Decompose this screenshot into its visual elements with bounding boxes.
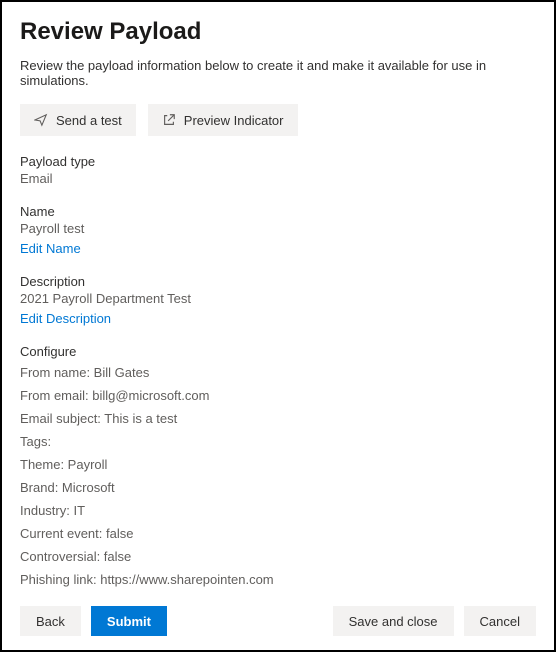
config-tags: Tags: bbox=[20, 434, 536, 449]
config-controversial: Controversial: false bbox=[20, 549, 536, 564]
send-icon bbox=[34, 113, 48, 127]
preview-indicator-button[interactable]: Preview Indicator bbox=[148, 104, 298, 136]
payload-type-value: Email bbox=[20, 171, 536, 186]
description-label: Description bbox=[20, 274, 536, 289]
payload-type-label: Payload type bbox=[20, 154, 536, 169]
name-value: Payroll test bbox=[20, 221, 536, 236]
config-phishing-link: Phishing link: https://www.sharepointen.… bbox=[20, 572, 536, 587]
send-test-label: Send a test bbox=[56, 113, 122, 128]
config-brand: Brand: Microsoft bbox=[20, 480, 536, 495]
config-email-subject: Email subject: This is a test bbox=[20, 411, 536, 426]
configure-label: Configure bbox=[20, 344, 536, 359]
external-link-icon bbox=[162, 113, 176, 127]
footer-bar: Back Submit Save and close Cancel bbox=[2, 596, 554, 650]
config-from-name: From name: Bill Gates bbox=[20, 365, 536, 380]
send-test-button[interactable]: Send a test bbox=[20, 104, 136, 136]
submit-button[interactable]: Submit bbox=[91, 606, 167, 636]
page-subtitle: Review the payload information below to … bbox=[20, 58, 536, 88]
config-industry: Industry: IT bbox=[20, 503, 536, 518]
cancel-button[interactable]: Cancel bbox=[464, 606, 536, 636]
page-title: Review Payload bbox=[20, 18, 536, 46]
config-current-event: Current event: false bbox=[20, 526, 536, 541]
preview-indicator-label: Preview Indicator bbox=[184, 113, 284, 128]
save-and-close-button[interactable]: Save and close bbox=[333, 606, 454, 636]
edit-name-link[interactable]: Edit Name bbox=[20, 241, 81, 256]
config-theme: Theme: Payroll bbox=[20, 457, 536, 472]
name-label: Name bbox=[20, 204, 536, 219]
back-button[interactable]: Back bbox=[20, 606, 81, 636]
config-from-email: From email: billg@microsoft.com bbox=[20, 388, 536, 403]
edit-description-link[interactable]: Edit Description bbox=[20, 311, 111, 326]
description-value: 2021 Payroll Department Test bbox=[20, 291, 536, 306]
